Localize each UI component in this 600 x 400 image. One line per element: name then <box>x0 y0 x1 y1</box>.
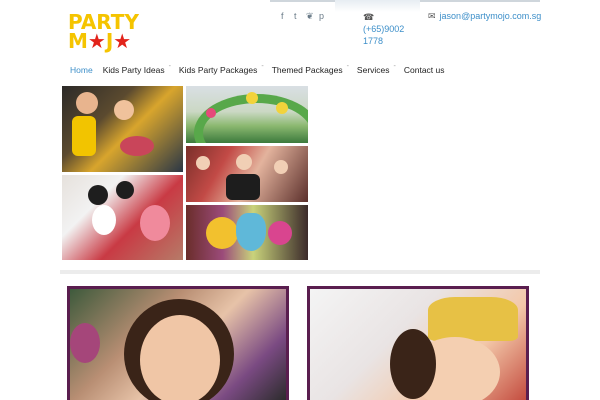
chevron-down-icon[interactable]: - <box>347 63 349 77</box>
page: PARTY M★J★ f t ❦ p ☎ (+65)9002 1778 ✉ jas… <box>0 0 600 400</box>
logo-line-mojo: M★J★ <box>68 29 132 53</box>
email-address[interactable]: jason@partymojo.com.sg <box>440 11 542 21</box>
nav-item-contact-us[interactable]: Contact us <box>404 63 445 77</box>
pinterest-icon[interactable]: p <box>319 11 324 21</box>
twitter-icon[interactable]: ❦ <box>306 11 314 22</box>
mail-icon: ✉ <box>428 11 436 21</box>
photo-kids-with-teddy[interactable] <box>62 175 183 260</box>
photo-paper-crowns[interactable] <box>186 205 308 260</box>
facebook-icon[interactable]: f <box>281 11 284 21</box>
main-nav: Home Kids Party Ideas - Kids Party Packa… <box>70 63 445 77</box>
photo-kids-birthday-cake[interactable] <box>62 86 183 172</box>
contact-phone[interactable]: ☎ (+65)9002 1778 <box>363 11 418 47</box>
chevron-down-icon[interactable]: - <box>261 63 263 77</box>
logo-star-icon: ★ <box>87 29 106 53</box>
photo-party-crowd[interactable] <box>186 146 308 202</box>
nav-item-kids-party-packages[interactable]: Kids Party Packages <box>179 63 257 77</box>
tumblr-icon[interactable]: t <box>294 11 297 21</box>
feature-card-girl-surprised[interactable] <box>67 286 289 400</box>
photo-collage <box>62 86 308 260</box>
chevron-down-icon[interactable]: - <box>169 63 171 77</box>
contact-email[interactable]: ✉ jason@partymojo.com.sg <box>428 11 541 22</box>
nav-item-home[interactable]: Home <box>70 63 93 77</box>
nav-item-themed-packages[interactable]: Themed Packages <box>272 63 343 77</box>
photo-girl-surprised <box>70 289 286 400</box>
phone-number[interactable]: (+65)9002 1778 <box>363 24 404 46</box>
nav-item-kids-party-ideas[interactable]: Kids Party Ideas <box>103 63 165 77</box>
section-divider <box>60 270 540 274</box>
nav-item-services[interactable]: Services <box>357 63 390 77</box>
feature-card-child-crown[interactable] <box>307 286 529 400</box>
phone-icon: ☎ <box>363 12 375 22</box>
photo-balloon-arch[interactable] <box>186 86 308 143</box>
logo-star-icon: ★ <box>113 29 132 53</box>
site-logo[interactable]: PARTY M★J★ <box>68 12 140 55</box>
photo-child-crown <box>310 289 526 400</box>
chevron-down-icon[interactable]: - <box>394 63 396 77</box>
